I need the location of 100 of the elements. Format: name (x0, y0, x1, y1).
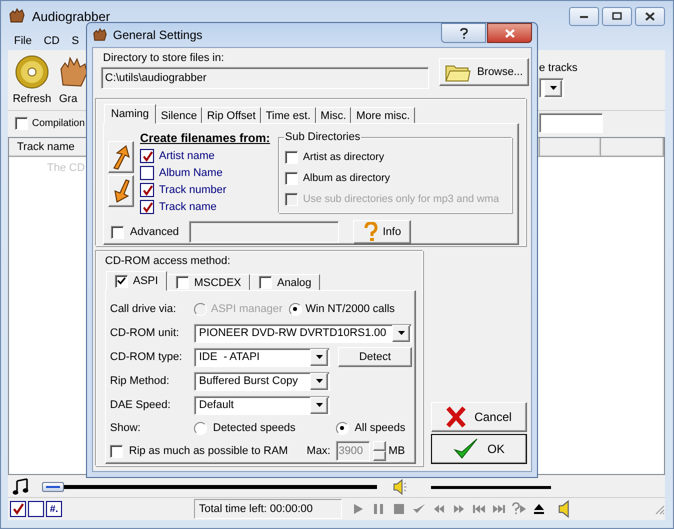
checkbox[interactable] (140, 149, 154, 163)
maximize-icon (612, 12, 622, 20)
dropdown[interactable]: Buffered Burst Copy (194, 372, 330, 390)
dropdown[interactable]: IDE - ATAPI (194, 348, 330, 366)
close-button[interactable] (487, 23, 532, 43)
blank-toggle[interactable] (28, 501, 44, 517)
dropdown-arrow-icon (316, 379, 322, 383)
tab[interactable]: MSCDEX (167, 274, 250, 291)
radio-button[interactable] (336, 422, 349, 434)
up-arrow-icon (111, 144, 131, 170)
minimize-icon (579, 13, 589, 19)
tick-toggle[interactable] (10, 501, 26, 517)
group-title: CD-ROM access method: (105, 255, 230, 269)
question-play-icon[interactable] (512, 502, 526, 516)
pause-icon[interactable] (372, 502, 386, 516)
checkbox-label: Album as directory (303, 172, 390, 184)
fast-forward-icon[interactable] (452, 502, 466, 516)
input-field[interactable] (539, 113, 603, 133)
previous-track-icon[interactable] (472, 502, 486, 516)
input-field[interactable]: C:\utils\audiograbber (101, 67, 429, 89)
checkbox[interactable] (140, 183, 154, 197)
cross-icon (446, 406, 466, 428)
group-title: Sub Directories (284, 131, 362, 143)
field-label: Max: (306, 445, 330, 457)
rewind-icon[interactable] (432, 502, 446, 516)
checkbox[interactable] (259, 276, 272, 289)
tab[interactable]: Rip Offset (202, 107, 261, 124)
dropdown[interactable]: PIONEER DVD-RW DVRTD10RS1.00 (194, 324, 412, 342)
close-button[interactable] (635, 6, 665, 26)
checkbox-label: Advanced (130, 226, 179, 238)
spin-button[interactable] (372, 441, 386, 461)
ok-button[interactable]: OK (431, 434, 527, 464)
tick-icon (12, 503, 24, 515)
tick-icon (142, 184, 152, 196)
section-heading: Create filenames from: (140, 131, 272, 145)
menu-item[interactable]: CD (38, 34, 66, 46)
resize-grip-icon[interactable] (653, 503, 665, 515)
checkbox-label: Artist name (159, 150, 215, 162)
dropdown[interactable]: Default (194, 396, 330, 414)
checkbox-label: Artist as directory (303, 151, 384, 163)
checkbox[interactable] (140, 200, 154, 214)
checkbox[interactable] (285, 150, 298, 164)
dialog-title: General Settings (113, 28, 202, 42)
radio-label: Detected speeds (213, 422, 296, 434)
info-button[interactable]: Info (352, 220, 411, 244)
menu-item[interactable]: File (8, 34, 38, 46)
slider-thumb[interactable] (42, 482, 64, 492)
tab[interactable]: Time est. (260, 107, 316, 124)
tab[interactable]: Silence (156, 107, 202, 124)
checkbox[interactable] (140, 166, 154, 180)
dropdown-arrow-icon (550, 86, 556, 90)
dropdown[interactable] (539, 78, 564, 98)
close-icon (504, 28, 514, 38)
unit-label: MB (388, 445, 405, 457)
speaker-icon[interactable] (393, 479, 407, 495)
maximize-button[interactable] (602, 6, 632, 26)
input-field[interactable] (188, 221, 339, 243)
tick-icon (142, 150, 152, 162)
browse-button[interactable]: Browse... (439, 58, 529, 86)
move-down-button[interactable] (108, 175, 134, 207)
checkbox[interactable] (285, 172, 298, 184)
cancel-button[interactable]: Cancel (431, 402, 527, 432)
field-label: Directory to store files in: (102, 52, 226, 66)
eject-icon[interactable] (532, 502, 546, 516)
help-button[interactable] (441, 23, 486, 43)
number-toggle[interactable]: #. (46, 501, 62, 517)
dropdown-arrow-icon (398, 331, 404, 335)
checkbox[interactable] (111, 226, 124, 238)
question-icon (362, 222, 379, 242)
empty-hint: The CD (46, 161, 85, 174)
tab[interactable]: Analog (250, 274, 320, 291)
tab[interactable]: Misc. (316, 107, 352, 124)
toolbar-button[interactable]: Refresh (11, 55, 53, 110)
menu-item[interactable]: S (66, 34, 85, 46)
checkbox-label: Use sub directories only for mp3 and wma (303, 193, 500, 205)
checkbox-label: Album Name (159, 167, 223, 179)
checkbox[interactable] (176, 276, 190, 289)
close-icon (645, 12, 655, 20)
tab[interactable]: Naming (104, 104, 156, 124)
seek-slider[interactable] (42, 482, 377, 492)
field-label: CD-ROM unit: (110, 327, 180, 339)
detect-button[interactable]: Detect (338, 347, 412, 367)
status-text: Total time left: 00:00:00 (194, 499, 342, 519)
radio-button[interactable] (288, 302, 302, 316)
checkbox-label: Rip as much as possible to RAM (129, 445, 288, 457)
checkbox[interactable] (115, 274, 128, 288)
help-icon (460, 28, 468, 38)
stop-icon[interactable] (392, 502, 406, 516)
app-icon (92, 27, 108, 43)
tab[interactable]: More misc. (351, 107, 415, 124)
tab[interactable]: ASPI (106, 271, 168, 291)
move-up-button[interactable] (108, 141, 134, 173)
next-track-icon[interactable] (492, 502, 506, 516)
checkbox[interactable] (15, 116, 28, 130)
radio-button[interactable] (194, 422, 207, 434)
field-label: DAE Speed: (110, 399, 172, 411)
toolbar-button[interactable]: Gra (59, 55, 89, 110)
app-icon (8, 7, 26, 25)
minimize-button[interactable] (569, 6, 599, 26)
dropdown-arrow-icon (316, 403, 322, 407)
